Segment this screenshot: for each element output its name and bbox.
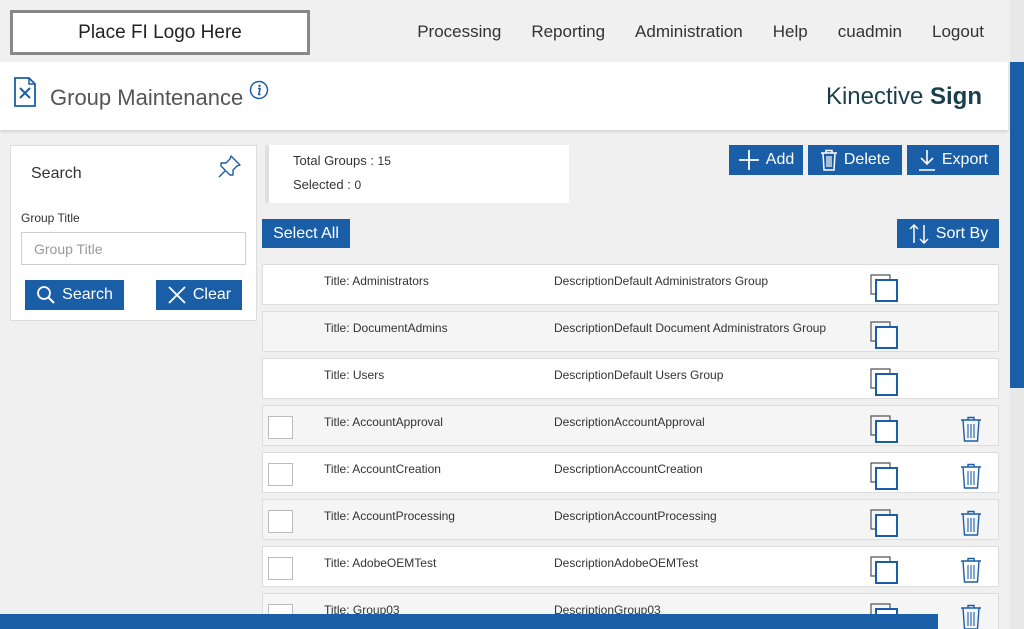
group-row[interactable]: Title: Users Description Default Users Gro… xyxy=(262,358,999,399)
row-description-label: Description xyxy=(554,368,614,382)
row-description-label: Description xyxy=(554,274,614,288)
search-icon xyxy=(37,286,55,304)
row-description-label: Description xyxy=(554,556,614,570)
group-stats: Total Groups : 15 Selected : 0 xyxy=(265,145,569,203)
plus-icon xyxy=(738,150,759,170)
search-button-label: Search xyxy=(62,286,113,303)
main-nav: Processing Reporting Administration Help… xyxy=(417,22,984,42)
row-description-label: Description xyxy=(554,509,614,523)
row-description-label: Description xyxy=(554,462,614,476)
delete-button-label: Delete xyxy=(843,151,891,168)
selected-label: Selected : xyxy=(293,177,355,192)
row-description-label: Description xyxy=(554,415,614,429)
row-title: Title: AccountCreation xyxy=(324,462,441,476)
pin-icon[interactable] xyxy=(216,154,242,180)
selected-stat: Selected : 0 xyxy=(293,177,361,192)
delete-button[interactable]: Delete xyxy=(808,145,902,175)
selected-value: 0 xyxy=(354,178,362,192)
total-groups-value: 15 xyxy=(377,154,391,168)
page-scrollbar-thumb[interactable] xyxy=(1010,62,1024,388)
nav-help[interactable]: Help xyxy=(773,22,808,42)
row-title: Title: AdobeOEMTest xyxy=(324,556,437,570)
group-row[interactable]: Title: AccountProcessing Description Accou… xyxy=(262,499,999,540)
row-checkbox[interactable] xyxy=(268,463,293,486)
export-button-label: Export xyxy=(941,151,989,168)
sort-by-label: Sort By xyxy=(935,224,989,242)
row-description: Default Administrators Group xyxy=(614,274,769,288)
group-row[interactable]: Title: AdobeOEMTest Description AdobeOEMTe… xyxy=(262,546,999,587)
nav-processing[interactable]: Processing xyxy=(417,22,501,42)
row-description: AccountProcessing xyxy=(614,509,717,523)
trash-icon[interactable] xyxy=(960,510,982,536)
row-description-label: Description xyxy=(554,321,614,335)
info-icon[interactable] xyxy=(249,80,269,100)
nav-logout[interactable]: Logout xyxy=(932,22,984,42)
page-scrollbar[interactable] xyxy=(1010,0,1024,629)
row-title: Title: DocumentAdmins xyxy=(324,321,448,335)
copy-icon[interactable] xyxy=(870,556,898,584)
row-description: AccountApproval xyxy=(614,415,705,429)
add-button[interactable]: Add xyxy=(729,145,803,175)
trash-icon[interactable] xyxy=(960,604,982,629)
document-edit-icon xyxy=(14,77,36,107)
copy-icon[interactable] xyxy=(870,321,898,349)
page-title: Group Maintenance xyxy=(50,85,244,110)
sort-by-button[interactable]: Sort By xyxy=(897,219,999,248)
copy-icon[interactable] xyxy=(870,509,898,537)
search-heading: Search xyxy=(31,165,82,182)
select-all-button[interactable]: Select All xyxy=(262,219,350,248)
total-groups-stat: Total Groups : 15 xyxy=(293,153,391,168)
select-all-label: Select All xyxy=(273,224,339,242)
fi-logo-placeholder: Place FI Logo Here xyxy=(10,10,310,55)
row-description: AdobeOEMTest xyxy=(614,556,699,570)
row-title: Title: Administrators xyxy=(324,274,429,288)
group-row[interactable]: Title: AccountApproval Description Account… xyxy=(262,405,999,446)
search-panel: Search Group Title Search Clear xyxy=(10,145,257,321)
group-row[interactable]: Title: AccountCreation Description Account… xyxy=(262,452,999,493)
group-title-label: Group Title xyxy=(21,211,80,225)
clear-button-label: Clear xyxy=(192,286,232,303)
brand-name: Kinective xyxy=(825,83,924,110)
nav-user[interactable]: cuadmin xyxy=(838,22,902,42)
clear-button[interactable]: Clear xyxy=(156,280,242,310)
copy-icon[interactable] xyxy=(870,462,898,490)
row-title: Title: Users xyxy=(324,368,385,382)
close-icon xyxy=(168,286,186,304)
row-title: Title: AccountProcessing xyxy=(324,509,455,523)
horizontal-scrollbar[interactable] xyxy=(0,614,938,629)
row-description: AccountCreation xyxy=(614,462,703,476)
row-title: Title: AccountApproval xyxy=(324,415,443,429)
copy-icon[interactable] xyxy=(870,274,898,302)
sort-icon xyxy=(909,223,929,244)
trash-icon xyxy=(820,149,837,171)
download-icon xyxy=(918,150,935,171)
row-description: Default Document Administrators Group xyxy=(614,321,827,335)
trash-icon[interactable] xyxy=(960,416,982,442)
copy-icon[interactable] xyxy=(870,415,898,443)
group-row[interactable]: Title: Administrators Description Default … xyxy=(262,264,999,305)
total-groups-label: Total Groups : xyxy=(293,153,378,168)
row-checkbox[interactable] xyxy=(268,416,293,439)
row-checkbox[interactable] xyxy=(268,557,293,580)
nav-reporting[interactable]: Reporting xyxy=(531,22,605,42)
top-bar: Place FI Logo Here Processing Reporting … xyxy=(0,0,1010,62)
group-row[interactable]: Title: DocumentAdmins Description Default … xyxy=(262,311,999,352)
copy-icon[interactable] xyxy=(870,368,898,396)
trash-icon[interactable] xyxy=(960,557,982,583)
trash-icon[interactable] xyxy=(960,463,982,489)
group-title-input[interactable] xyxy=(21,232,246,265)
add-button-label: Add xyxy=(765,151,795,168)
brand-logo: Kinective Sign xyxy=(826,83,982,111)
nav-administration[interactable]: Administration xyxy=(635,22,743,42)
row-checkbox[interactable] xyxy=(268,510,293,533)
export-button[interactable]: Export xyxy=(907,145,999,175)
row-description: Default Users Group xyxy=(614,368,724,382)
title-bar: Group Maintenance Kinective Sign xyxy=(0,62,1008,130)
brand-name-bold: Sign xyxy=(930,83,982,110)
search-button[interactable]: Search xyxy=(25,280,124,310)
